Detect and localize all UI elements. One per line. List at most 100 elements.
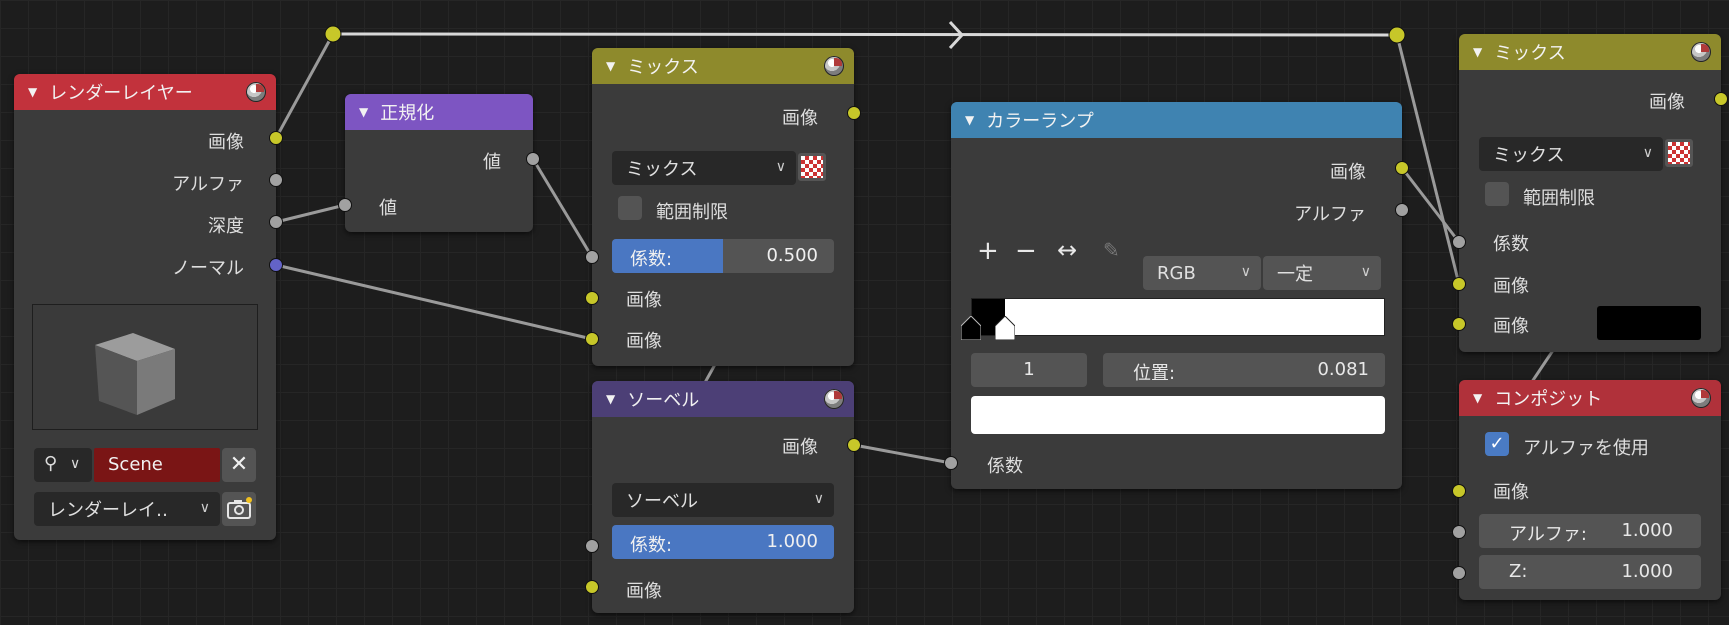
mix-header[interactable]: ▼ ミックス bbox=[592, 48, 854, 84]
socket-image-out[interactable] bbox=[269, 131, 283, 145]
socket-alpha-out[interactable] bbox=[1395, 203, 1409, 217]
link-normalize-to-mix1 bbox=[531, 158, 594, 258]
socket-image-in[interactable] bbox=[1452, 484, 1466, 498]
blend-mode-dropdown[interactable]: ミックス ∨ bbox=[1479, 137, 1663, 171]
socket-image-in[interactable] bbox=[585, 580, 599, 594]
clamp-checkbox[interactable] bbox=[1485, 182, 1509, 206]
flip-ramp-button[interactable]: ↔ bbox=[1057, 236, 1077, 264]
unlink-scene-button[interactable]: ✕ bbox=[222, 448, 256, 482]
preview-sphere-icon[interactable] bbox=[246, 82, 266, 102]
normalize-header[interactable]: ▼ 正規化 bbox=[345, 94, 533, 130]
socket-image-in[interactable] bbox=[585, 332, 599, 346]
filter-type-dropdown[interactable]: ソーベル ∨ bbox=[612, 483, 834, 517]
socket-alpha-in[interactable] bbox=[1452, 525, 1466, 539]
position-field[interactable]: 位置: 0.081 bbox=[1103, 353, 1385, 387]
scene-name-field[interactable]: Scene bbox=[94, 448, 220, 482]
reroute-point bbox=[324, 25, 342, 43]
normalize-node[interactable]: ▼ 正規化 値 値 bbox=[345, 94, 533, 232]
interpolation-value: 一定 bbox=[1277, 264, 1313, 285]
mix-node[interactable]: ▼ ミックス 画像 ミックス ∨ 範囲制限 係数 画像 画像 bbox=[1459, 34, 1721, 352]
socket-z-in[interactable] bbox=[1452, 566, 1466, 580]
socket-image-in[interactable] bbox=[585, 291, 599, 305]
use-alpha-toggle[interactable] bbox=[1665, 139, 1693, 167]
factor-slider[interactable]: 係数: 0.500 bbox=[612, 239, 834, 273]
alpha-label: アルファ: bbox=[1509, 524, 1587, 545]
blend-mode-value: ミックス bbox=[626, 159, 698, 180]
socket-alpha-out[interactable] bbox=[269, 173, 283, 187]
socket-image-out[interactable] bbox=[847, 106, 861, 120]
color-swatch-black[interactable] bbox=[1597, 306, 1701, 340]
socket-depth-out[interactable] bbox=[269, 215, 283, 229]
socket-image-out[interactable] bbox=[1714, 92, 1728, 106]
node-title: カラーランプ bbox=[986, 111, 1094, 132]
composite-header[interactable]: ▼ コンポジット bbox=[1459, 380, 1721, 416]
chevron-down-icon: ∨ bbox=[813, 491, 824, 507]
input-label-factor: 係数 bbox=[1493, 234, 1529, 255]
output-label-alpha: アルファ bbox=[1294, 204, 1366, 225]
alpha-field[interactable]: アルファ: 1.000 bbox=[1479, 514, 1701, 548]
remove-stop-button[interactable]: − bbox=[1015, 236, 1037, 266]
collapse-arrow-icon[interactable]: ▼ bbox=[28, 85, 37, 99]
color-ramp-bar[interactable] bbox=[971, 298, 1385, 336]
node-title: レンダーレイヤー bbox=[49, 83, 193, 104]
factor-value: 1.000 bbox=[766, 531, 818, 552]
preview-sphere-icon[interactable] bbox=[824, 56, 844, 76]
mix-header[interactable]: ▼ ミックス bbox=[1459, 34, 1721, 70]
use-alpha-toggle[interactable] bbox=[798, 153, 826, 181]
view-layer-dropdown[interactable]: レンダーレイ‥ ∨ bbox=[34, 492, 220, 526]
link-reroute-b-to-mix2 bbox=[1395, 34, 1461, 285]
color-stop-handle-active[interactable] bbox=[994, 315, 1016, 341]
collapse-arrow-icon[interactable]: ▼ bbox=[359, 105, 368, 119]
render-layers-header[interactable]: ▼ レンダーレイヤー bbox=[14, 74, 276, 110]
sobel-header[interactable]: ▼ ソーベル bbox=[592, 381, 854, 417]
socket-value-out[interactable] bbox=[526, 152, 540, 166]
color-mode-dropdown[interactable]: RGB ∨ bbox=[1143, 256, 1261, 290]
input-label-image: 画像 bbox=[626, 290, 662, 311]
eyedropper-icon[interactable]: ✎ bbox=[1103, 238, 1120, 262]
socket-value-in[interactable] bbox=[338, 198, 352, 212]
render-button[interactable] bbox=[222, 492, 256, 526]
socket-image-out[interactable] bbox=[1395, 161, 1409, 175]
active-stop-value: 1 bbox=[1023, 359, 1035, 380]
preview-sphere-icon[interactable] bbox=[1691, 388, 1711, 408]
color-ramp-node[interactable]: ▼ カラーランプ 画像 アルファ + − ↔ ✎ RGB ∨ 一定 ∨ 1 位置… bbox=[951, 102, 1402, 489]
position-value: 0.081 bbox=[1317, 359, 1369, 380]
color-stop-handle[interactable] bbox=[960, 315, 982, 341]
socket-image-in[interactable] bbox=[1452, 317, 1466, 331]
scene-selector[interactable]: ⚲ ∨ bbox=[34, 448, 92, 482]
socket-image-out[interactable] bbox=[847, 438, 861, 452]
close-icon: ✕ bbox=[229, 452, 249, 477]
socket-factor-in[interactable] bbox=[585, 250, 599, 264]
factor-slider[interactable]: 係数: 1.000 bbox=[612, 525, 834, 559]
use-alpha-checkbox[interactable]: ✓ bbox=[1485, 432, 1509, 456]
socket-image-in[interactable] bbox=[1452, 277, 1466, 291]
preview-sphere-icon[interactable] bbox=[824, 389, 844, 409]
mix-node[interactable]: ▼ ミックス 画像 ミックス ∨ 範囲制限 係数: 0.500 画像 画像 bbox=[592, 48, 854, 366]
preview-sphere-icon[interactable] bbox=[1691, 42, 1711, 62]
collapse-arrow-icon[interactable]: ▼ bbox=[1473, 391, 1482, 405]
chevron-down-icon: ∨ bbox=[1360, 264, 1371, 280]
blend-mode-dropdown[interactable]: ミックス ∨ bbox=[612, 151, 796, 185]
interpolation-dropdown[interactable]: 一定 ∨ bbox=[1263, 256, 1381, 290]
link-colorramp-to-mix2 bbox=[1400, 167, 1461, 243]
collapse-arrow-icon[interactable]: ▼ bbox=[606, 392, 615, 406]
render-layers-node[interactable]: ▼ レンダーレイヤー 画像 アルファ 深度 ノーマル ⚲ ∨ Scene ✕ レ… bbox=[14, 74, 276, 540]
socket-factor-in[interactable] bbox=[1452, 235, 1466, 249]
composite-node[interactable]: ▼ コンポジット ✓ アルファを使用 画像 アルファ: 1.000 Z: 1.0… bbox=[1459, 380, 1721, 600]
active-stop-field[interactable]: 1 bbox=[971, 353, 1087, 387]
color-ramp-header[interactable]: ▼ カラーランプ bbox=[951, 102, 1402, 138]
collapse-arrow-icon[interactable]: ▼ bbox=[606, 59, 615, 73]
add-stop-button[interactable]: + bbox=[977, 236, 999, 266]
z-field[interactable]: Z: 1.000 bbox=[1479, 555, 1701, 589]
collapse-arrow-icon[interactable]: ▼ bbox=[1473, 45, 1482, 59]
clamp-checkbox[interactable] bbox=[618, 196, 642, 220]
stop-color-swatch[interactable] bbox=[971, 396, 1385, 434]
node-title: ミックス bbox=[1494, 43, 1566, 64]
alpha-value: 1.000 bbox=[1621, 520, 1673, 541]
socket-normal-out[interactable] bbox=[269, 258, 283, 272]
sobel-node[interactable]: ▼ ソーベル 画像 ソーベル ∨ 係数: 1.000 画像 bbox=[592, 381, 854, 613]
socket-factor-in[interactable] bbox=[585, 539, 599, 553]
collapse-arrow-icon[interactable]: ▼ bbox=[965, 113, 974, 127]
scene-name: Scene bbox=[108, 454, 163, 475]
socket-factor-in[interactable] bbox=[944, 456, 958, 470]
